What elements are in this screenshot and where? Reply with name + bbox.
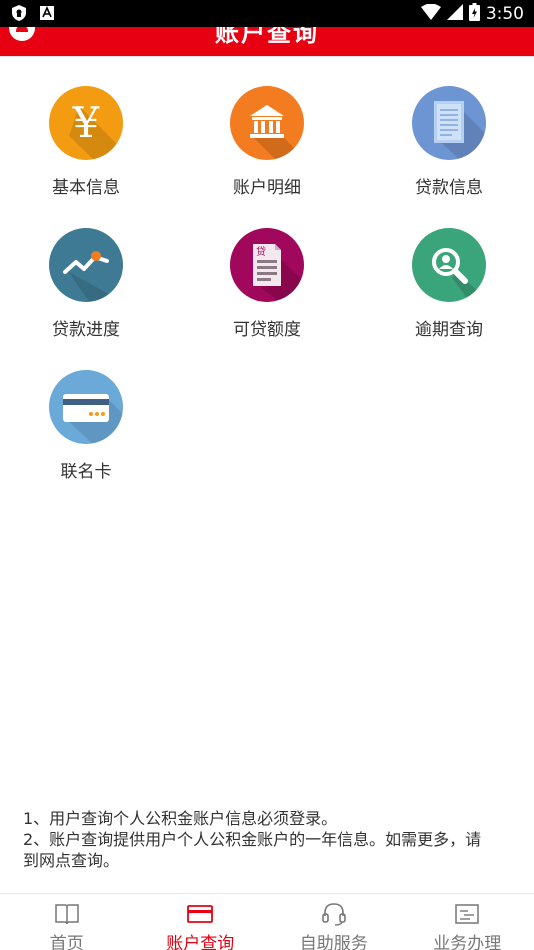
menu-item-loan-progress[interactable]: 贷款进度 [11, 212, 161, 342]
nav-item-business[interactable]: 业务办理 [401, 894, 534, 950]
menu-label: 账户明细 [233, 178, 301, 198]
svg-text:贷: 贷 [256, 245, 266, 258]
nav-label: 自助服务 [299, 934, 368, 950]
text-icon [38, 4, 56, 22]
book-icon [54, 902, 80, 926]
nav-item-account-query[interactable]: 账户查询 [134, 894, 268, 950]
status-time: 3:50 [485, 4, 524, 24]
header-divider [0, 56, 534, 57]
status-left-icons [10, 4, 56, 22]
battery-icon [468, 3, 480, 25]
svg-text:¥: ¥ [72, 98, 100, 147]
menu-item-loan-info[interactable]: 贷款信息 [374, 70, 524, 200]
menu-label: 联名卡 [60, 462, 112, 482]
headset-icon [321, 902, 347, 926]
page-title: 账户查询 [215, 27, 319, 47]
wifi-icon [420, 3, 441, 24]
menu-label: 基本信息 [52, 178, 120, 198]
menu-item-loan-limit[interactable]: 贷 可贷额度 [192, 212, 342, 342]
menu-item-co-branded-card[interactable]: 联名卡 [11, 354, 161, 484]
menu-label: 贷款进度 [52, 320, 120, 340]
menu-label: 可贷额度 [233, 320, 301, 340]
status-bar: 3:50 [0, 0, 534, 27]
menu-item-basic-info[interactable]: ¥ 基本信息 [11, 70, 161, 200]
loan-doc-icon: 贷 [230, 228, 304, 302]
card-icon [187, 902, 214, 926]
document-icon [412, 86, 486, 160]
notes: 1、用户查询个人公积金账户信息必须登录。 2、账户查询提供用户个人公积金账户的一… [23, 808, 493, 871]
menu-label: 贷款信息 [415, 178, 483, 198]
note-line: 1、用户查询个人公积金账户信息必须登录。 [23, 809, 338, 828]
nav-label: 首页 [49, 934, 84, 950]
card-icon [49, 370, 123, 444]
nav-item-home[interactable]: 首页 [0, 894, 134, 950]
nav-item-self-service[interactable]: 自助服务 [267, 894, 401, 950]
note-line: 2、账户查询提供用户个人公积金账户的一年信息。如需更多，请到网点查询。 [23, 830, 482, 870]
nav-label: 账户查询 [166, 934, 235, 950]
menu-label: 逾期查询 [415, 320, 483, 340]
menu-item-account-detail[interactable]: 账户明细 [192, 70, 342, 200]
bottom-nav: 首页 账户查询 自助服务 业务办理 [0, 893, 534, 950]
app-header: 账户查询 [0, 27, 534, 56]
bank-icon [230, 86, 304, 160]
menu-item-overdue-query[interactable]: 逾期查询 [374, 212, 524, 342]
trend-icon [49, 228, 123, 302]
shield-icon [10, 4, 28, 22]
form-icon [454, 902, 480, 926]
search-user-icon [412, 228, 486, 302]
status-right-icons: 3:50 [420, 2, 524, 26]
yuan-icon: ¥ [49, 86, 123, 160]
signal-icon [446, 4, 463, 24]
nav-label: 业务办理 [433, 934, 502, 950]
